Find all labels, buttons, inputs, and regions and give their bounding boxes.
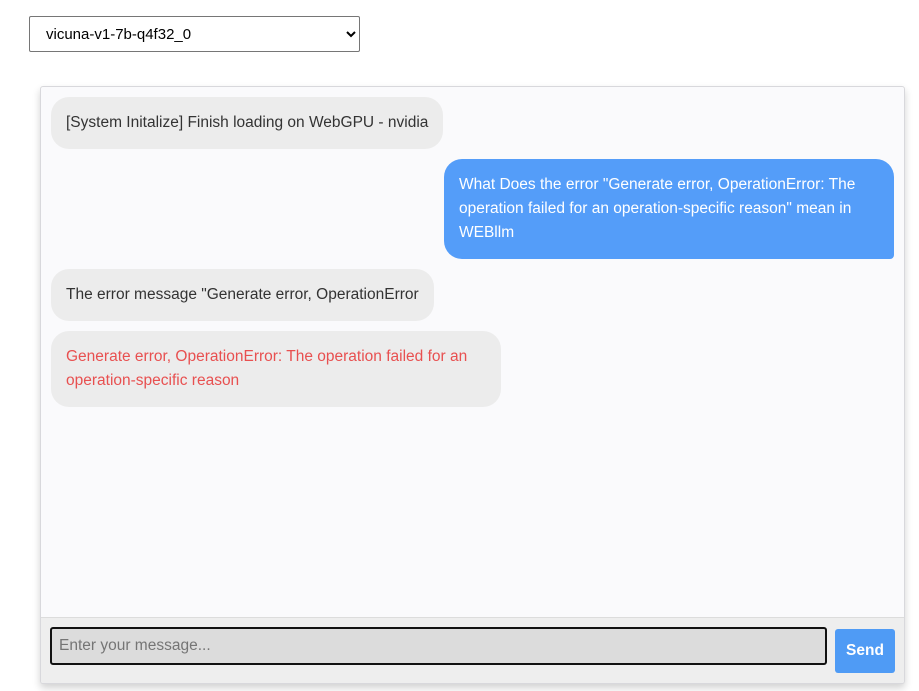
chat-history[interactable]: [System Initalize] Finish loading on Web… [41, 87, 904, 619]
user-message: What Does the error "Generate error, Ope… [444, 159, 894, 259]
bot-message: [System Initalize] Finish loading on Web… [51, 97, 444, 149]
message-row: Generate error, OperationError: The oper… [51, 331, 894, 407]
message-row: The error message "Generate error, Opera… [51, 269, 894, 331]
model-select[interactable]: vicuna-v1-7b-q4f32_0 [29, 16, 360, 52]
message-row: [System Initalize] Finish loading on Web… [51, 97, 894, 159]
bot-message: The error message "Generate error, Opera… [51, 269, 434, 321]
send-button[interactable]: Send [835, 629, 895, 673]
message-row: What Does the error "Generate error, Ope… [51, 159, 894, 269]
message-input[interactable] [50, 627, 827, 665]
error-message: Generate error, OperationError: The oper… [51, 331, 501, 407]
input-area: Send [41, 617, 904, 683]
chat-container: [System Initalize] Finish loading on Web… [40, 86, 905, 684]
